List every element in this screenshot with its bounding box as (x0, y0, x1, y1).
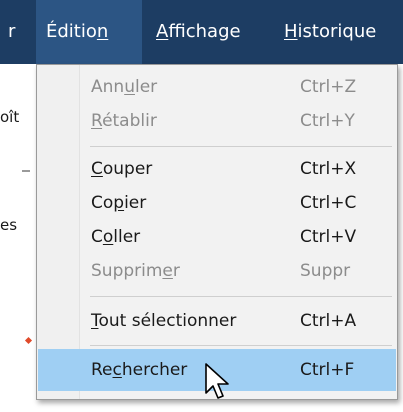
menu-item-label: Rétablir (91, 111, 157, 131)
background-divider (22, 170, 30, 172)
mouse-pointer-icon (205, 363, 229, 399)
menu-item-supprimer[interactable]: Supprimer Suppr (38, 251, 396, 291)
background-red-mark (24, 336, 33, 345)
background-window: oît es (0, 64, 36, 412)
menu-item-shortcut: Ctrl+F (300, 360, 355, 380)
menu-affichage[interactable]: Affichage (156, 0, 241, 64)
menu-item-label: Supprimer (91, 261, 180, 281)
menu-item-shortcut: Ctrl+A (300, 311, 357, 331)
menu-fragment-left[interactable]: r (8, 0, 15, 64)
menu-bar: r Édition Affichage Historique (0, 0, 403, 64)
menu-separator (90, 146, 392, 147)
menu-edition[interactable]: Édition (36, 0, 142, 64)
menu-item-label: Rechercher (91, 360, 188, 380)
background-text: oît (0, 108, 20, 126)
menu-separator (90, 296, 392, 297)
menu-item-shortcut: Ctrl+Y (300, 111, 355, 131)
menu-historique[interactable]: Historique (284, 0, 376, 64)
background-text: es (0, 216, 18, 234)
menu-separator (90, 345, 392, 346)
menu-item-retablir[interactable]: Rétablir Ctrl+Y (38, 101, 396, 141)
edit-menu-dropdown: Annuler Ctrl+Z Rétablir Ctrl+Y Couper Ct… (36, 64, 398, 400)
menu-item-label: Tout sélectionner (91, 311, 237, 331)
menu-item-shortcut: Suppr (300, 261, 351, 281)
menu-item-tout-selectionner[interactable]: Tout sélectionner Ctrl+A (38, 301, 396, 341)
